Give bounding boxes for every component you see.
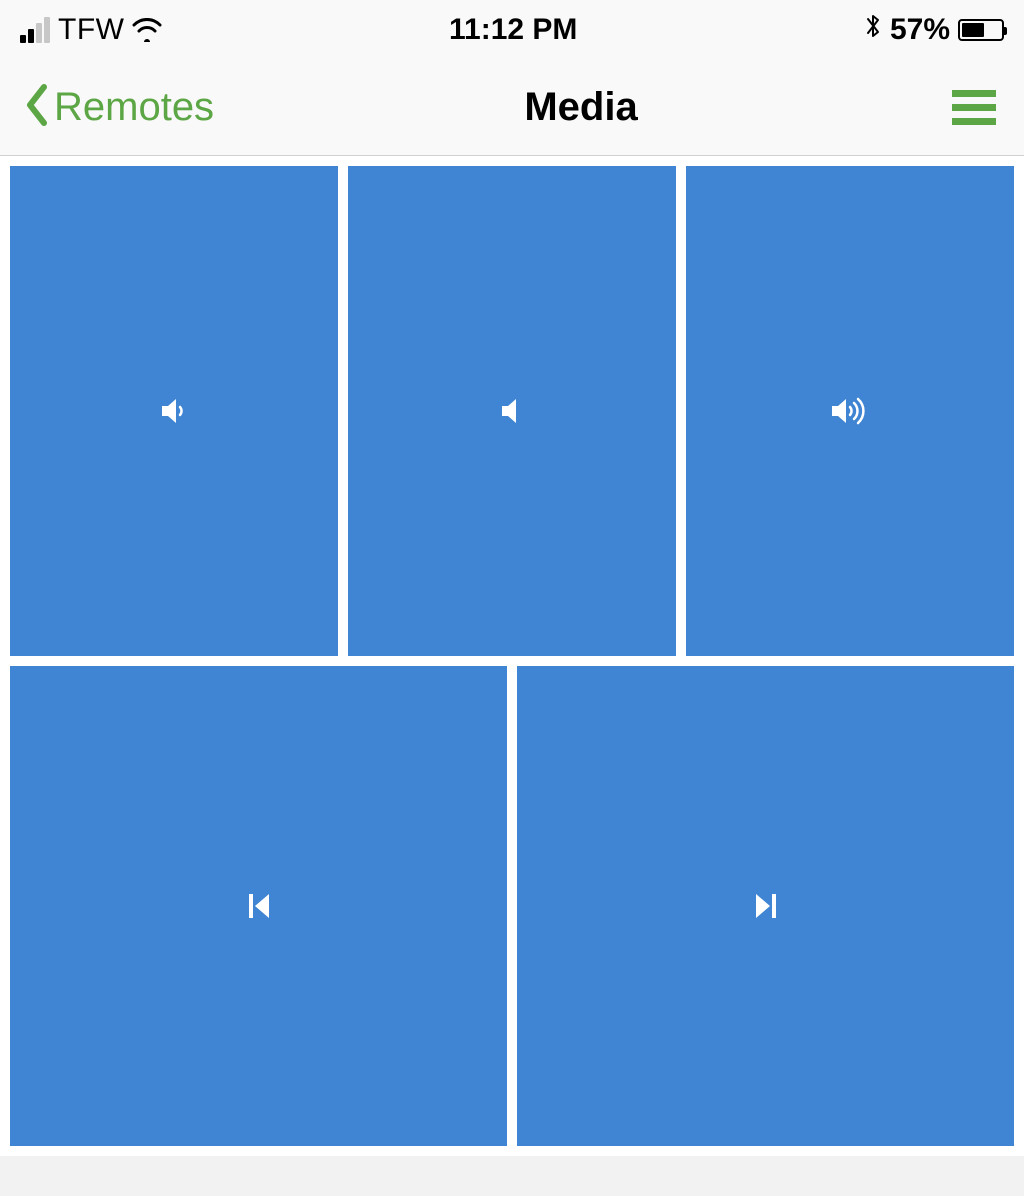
chevron-left-icon — [24, 83, 52, 132]
status-right: 57% — [864, 12, 1004, 48]
hamburger-icon — [952, 90, 996, 97]
signal-strength-icon — [20, 17, 50, 43]
nav-bar: Remotes Media — [0, 60, 1024, 156]
back-label: Remotes — [54, 85, 214, 130]
mute-button[interactable] — [348, 166, 676, 656]
battery-icon — [958, 19, 1004, 41]
bluetooth-icon — [864, 12, 882, 48]
volume-up-button[interactable] — [686, 166, 1014, 656]
button-grid — [0, 156, 1024, 1156]
volume-mute-icon — [492, 391, 532, 431]
skip-previous-icon — [241, 886, 277, 926]
next-track-button[interactable] — [517, 666, 1014, 1146]
wifi-icon — [132, 18, 162, 42]
skip-next-icon — [748, 886, 784, 926]
menu-button[interactable] — [948, 86, 1000, 129]
status-time: 11:12 PM — [449, 13, 577, 47]
volume-up-icon — [826, 391, 874, 431]
row-volume — [10, 166, 1014, 656]
back-button[interactable]: Remotes — [24, 83, 214, 132]
status-bar: TFW 11:12 PM 57% — [0, 0, 1024, 60]
volume-down-button[interactable] — [10, 166, 338, 656]
battery-pct-label: 57% — [890, 13, 950, 47]
volume-down-icon — [154, 391, 194, 431]
row-track — [10, 666, 1014, 1146]
previous-track-button[interactable] — [10, 666, 507, 1146]
status-left: TFW — [20, 13, 162, 47]
carrier-label: TFW — [58, 13, 124, 47]
page-title: Media — [524, 85, 637, 130]
